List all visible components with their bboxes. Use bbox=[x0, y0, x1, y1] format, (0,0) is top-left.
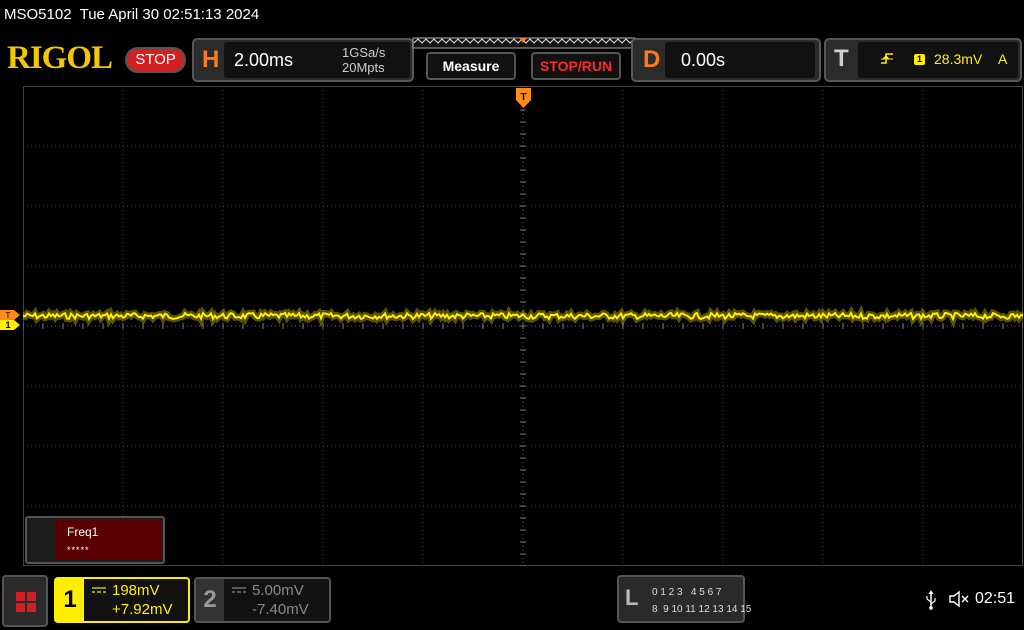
waveform-display[interactable] bbox=[23, 86, 1023, 566]
ch1-offset: +7.92mV bbox=[112, 601, 173, 618]
trigger-label: T bbox=[834, 45, 849, 72]
trigger-position-letter: T bbox=[520, 92, 526, 103]
logic-channels-row1: 0 1 2 3 4 5 6 7 bbox=[652, 587, 722, 598]
ch2-offset: -7.40mV bbox=[252, 601, 309, 618]
measurement-value: ***** bbox=[67, 545, 90, 555]
horizontal-readout: 2.00ms 1GSa/s 20Mpts bbox=[224, 42, 410, 78]
logic-label: L bbox=[625, 585, 639, 610]
measurement-name: Freq1 bbox=[67, 525, 99, 539]
trigger-mode: A bbox=[998, 51, 1008, 67]
dc-coupling-icon bbox=[232, 587, 246, 593]
usb-icon bbox=[926, 590, 936, 610]
title-bar: MSO5102 Tue April 30 02:51:13 2024 bbox=[0, 0, 1024, 36]
home-menu-icon bbox=[16, 592, 36, 612]
delay-value: 0.00s bbox=[681, 50, 726, 70]
logic-analyzer-panel[interactable]: L 0 1 2 3 4 5 6 7 8 9 10 11 12 13 14 15 bbox=[617, 575, 751, 623]
horizontal-panel[interactable]: H 2.00ms 1GSa/s 20Mpts bbox=[192, 38, 414, 82]
stop-run-button[interactable]: STOP/RUN bbox=[531, 52, 621, 80]
timebase-value: 2.00ms bbox=[234, 50, 294, 70]
freq-measurement: Freq1 ***** bbox=[55, 520, 161, 560]
run-state-badge[interactable]: STOP bbox=[125, 47, 186, 73]
ch1-offset-marker[interactable]: T 1 bbox=[0, 310, 24, 330]
delay-readout: 0.00s bbox=[665, 42, 815, 78]
trigger-source-badge: 1 bbox=[914, 54, 925, 65]
horizontal-label: H bbox=[202, 46, 220, 73]
waveform-overview-strip bbox=[412, 37, 636, 49]
speaker-muted-icon[interactable] bbox=[948, 589, 972, 609]
channel-1-panel[interactable]: 1 198mV +7.92mV bbox=[54, 577, 190, 623]
trigger-panel[interactable]: T 1 28.3mV A bbox=[824, 38, 1022, 82]
ch1-marker-number: 1 bbox=[5, 320, 10, 330]
device-datetime: MSO5102 Tue April 30 02:51:13 2024 bbox=[4, 6, 260, 23]
trigger-readout: 1 28.3mV A bbox=[858, 42, 1018, 78]
delay-panel[interactable]: D 0.00s bbox=[631, 38, 821, 82]
channel-2-panel[interactable]: 2 5.00mV -7.40mV bbox=[194, 577, 331, 623]
sample-rate: 1GSa/s bbox=[342, 45, 386, 60]
graticule bbox=[23, 86, 1023, 566]
delay-label: D bbox=[643, 46, 661, 73]
home-menu-button[interactable] bbox=[2, 575, 48, 627]
measure-button[interactable]: Measure bbox=[426, 52, 516, 80]
ch1-trigger-level-letter: T bbox=[6, 311, 11, 320]
dc-coupling-icon bbox=[92, 587, 106, 593]
rigol-logo: RIGOL bbox=[7, 40, 113, 76]
measurement-panel[interactable]: Freq1 ***** bbox=[25, 516, 165, 564]
trigger-level: 28.3mV bbox=[934, 51, 983, 67]
trigger-position-marker[interactable]: T bbox=[516, 88, 531, 108]
ch2-number: 2 bbox=[196, 579, 224, 621]
status-clock: 02:51 bbox=[975, 590, 1016, 607]
trigger-rising-edge-icon bbox=[881, 53, 893, 64]
logic-channels-row2: 8 9 10 11 12 13 14 15 bbox=[652, 604, 752, 615]
memory-depth: 20Mpts bbox=[342, 60, 385, 75]
ch2-scale: 5.00mV bbox=[252, 582, 304, 599]
ch1-number: 1 bbox=[56, 579, 84, 621]
ch1-scale: 198mV bbox=[112, 582, 160, 599]
